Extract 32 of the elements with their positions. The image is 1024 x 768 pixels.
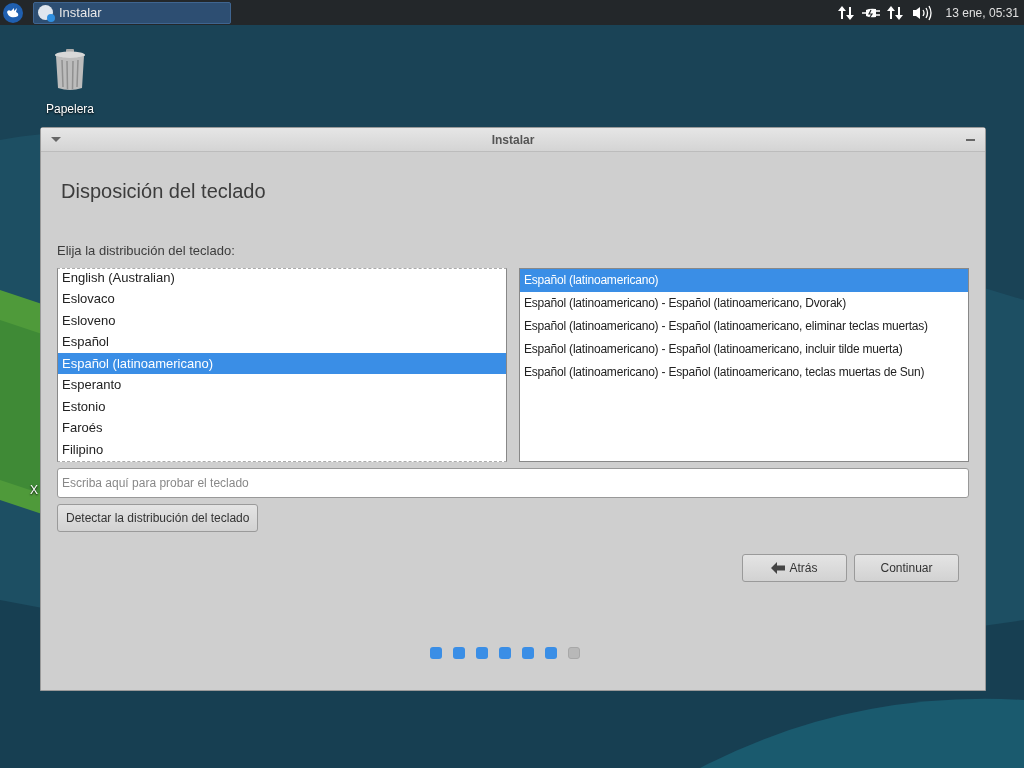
list-item[interactable]: Filipino	[58, 438, 506, 460]
network-icon[interactable]	[836, 4, 855, 21]
list-item[interactable]: Español (latinoamericano) - Español (latinoamericano, incluir tilde muerta)	[520, 337, 968, 361]
volume-icon[interactable]	[911, 4, 932, 21]
list-item[interactable]: Faroés	[58, 417, 506, 439]
list-item[interactable]: Español (latinoamericano) - Español (latinoamericano, teclas muertas de Sun)	[520, 360, 968, 384]
icon-label[interactable]: X	[30, 481, 38, 499]
page-heading: Disposición del teclado	[61, 179, 267, 204]
list-item[interactable]: Estonio	[58, 395, 506, 417]
app-menu-icon[interactable]	[3, 2, 23, 23]
icon-label[interactable]: Papelera	[45, 100, 94, 118]
prompt-text: Elija la distribución del teclado:	[57, 242, 236, 260]
list-item[interactable]: Español (latinoamericano) - Español (latinoamericano, eliminar teclas muertas)	[520, 314, 968, 338]
test-input-field[interactable]: Escriba aquí para probar el teclado	[57, 467, 969, 498]
detect-layout-button[interactable]: Detectar la distribución del teclado	[57, 503, 259, 532]
list-item[interactable]: Español (latinoamericano) - Español (latinoamericano, Dvorak)	[520, 291, 968, 315]
window-title: Instalar	[491, 131, 535, 149]
list-item[interactable]: English (Australian)	[58, 268, 506, 288]
network-icon[interactable]	[885, 4, 904, 21]
list-item[interactable]: Esloveno	[58, 309, 506, 331]
list-item[interactable]: Eslovaco	[58, 288, 506, 310]
variants-list[interactable]	[519, 267, 969, 462]
back-button[interactable]: Atrás	[742, 553, 847, 582]
clock-text[interactable]: 13 ene, 05:31	[945, 3, 1019, 22]
layouts-list[interactable]: English (Australian) Eslovaco Esloveno Español Español (latinoamericano) Esperanto Estonio Faroés Filipino	[57, 267, 507, 462]
continue-button[interactable]: Continuar	[854, 553, 959, 582]
trash-icon[interactable]	[53, 48, 87, 92]
list-item[interactable]: Español	[58, 331, 506, 353]
taskbar-button[interactable]: Instalar	[33, 1, 231, 24]
list-item[interactable]: Esperanto	[58, 374, 506, 396]
back-arrow-icon	[771, 561, 786, 574]
window-menu-icon[interactable]	[51, 137, 61, 142]
